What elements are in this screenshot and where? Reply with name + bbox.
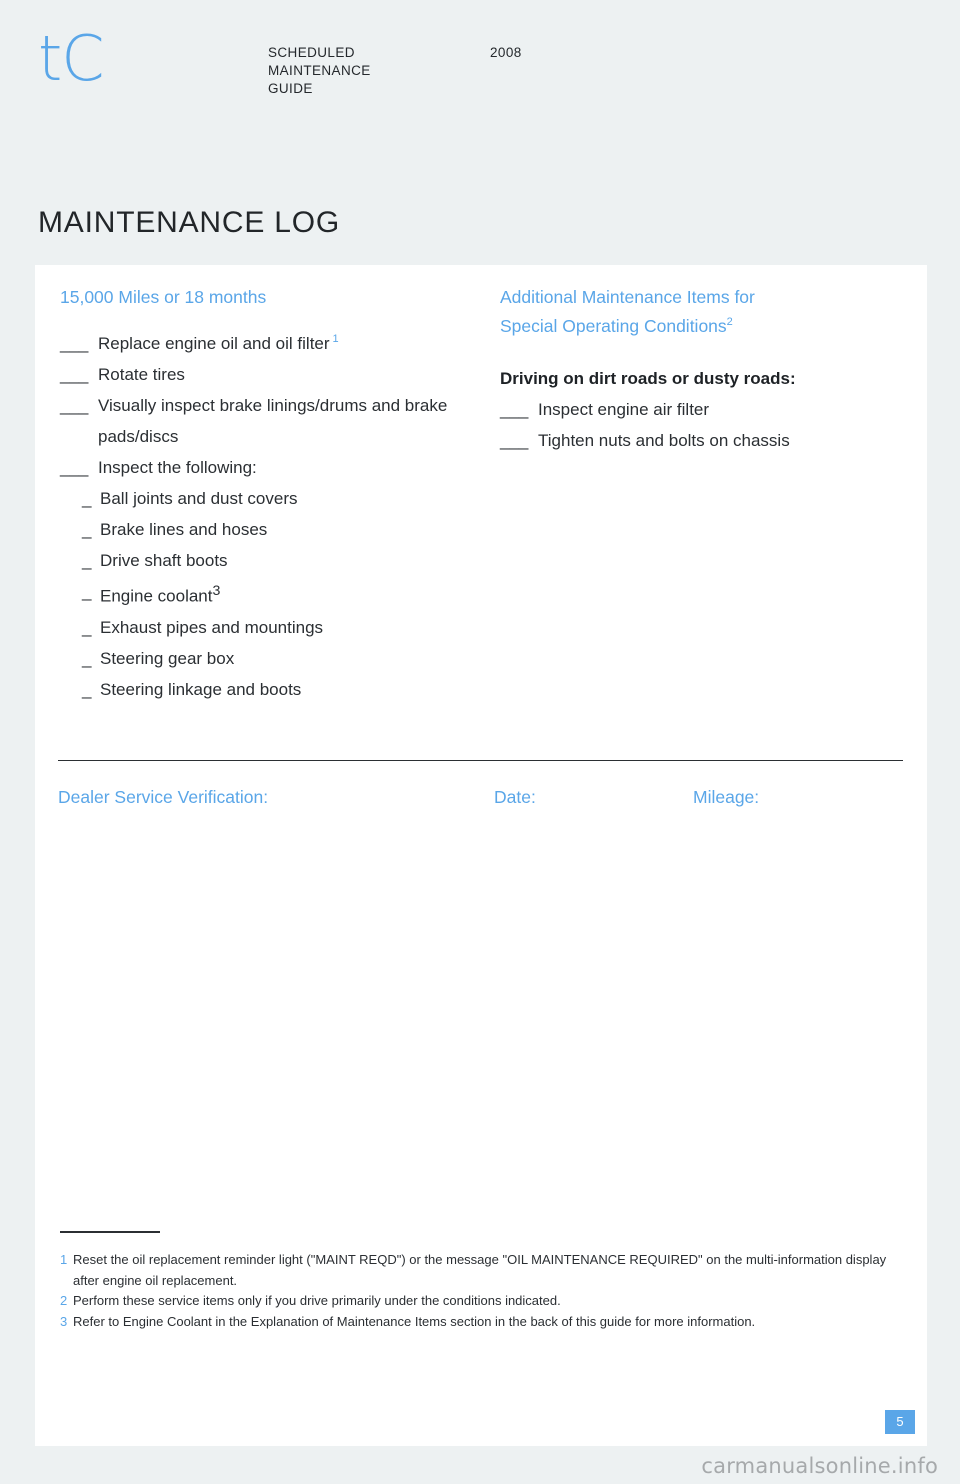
dash-marker: _ — [82, 551, 92, 570]
footnote-text: Refer to Engine Coolant in the Explanati… — [73, 1313, 756, 1329]
page-number-badge: 5 — [885, 1410, 915, 1434]
guide-year: 2008 — [490, 45, 522, 60]
sublist-item-label: Steering gear box — [100, 648, 235, 668]
footnote-item: 2 Perform these service items only if you… — [60, 1291, 905, 1312]
footnote-ref: 1 — [332, 333, 339, 346]
sublist-item: _ Engine coolant3 — [82, 576, 490, 612]
left-column-heading: 15,000 Miles or 18 months — [60, 283, 490, 312]
checkbox-blank[interactable]: ___ — [60, 390, 90, 421]
dash-marker: _ — [82, 648, 92, 668]
right-column-heading-line-2: Special Operating Conditions2 — [500, 312, 910, 341]
sublist-item: _ Ball joints and dust covers — [82, 483, 490, 514]
right-column-subheading: Driving on dirt roads or dusty roads: — [500, 369, 796, 388]
verification-row: Dealer Service Verification: Date: Milea… — [58, 787, 903, 813]
footnote-ref: 3 — [212, 583, 221, 599]
checkbox-blank[interactable]: ___ — [500, 394, 530, 425]
footnotes: 1 Reset the oil replacement reminder ligh… — [60, 1250, 905, 1332]
site-watermark: carmanualsonline.info — [701, 1454, 938, 1478]
left-checklist: ___ Replace engine oil and oil filter 1 __… — [60, 328, 490, 483]
footnote-item: 3 Refer to Engine Coolant in the Explanat… — [60, 1312, 905, 1333]
right-column-heading-line-1: Additional Maintenance Items for — [500, 287, 755, 307]
verification-divider — [58, 760, 903, 761]
checklist-item-label: Rotate tires — [98, 365, 185, 384]
checklist-item[interactable]: ___ Visually inspect brake linings/drums … — [60, 390, 490, 452]
checklist-item[interactable]: ___ Tighten nuts and bolts on chassis — [500, 425, 910, 456]
footnote-number: 2 — [60, 1293, 68, 1308]
sublist-item: _ Drive shaft boots — [82, 545, 490, 576]
footnote-ref: 2 — [726, 316, 733, 329]
sublist-item: _ Brake lines and hoses — [82, 514, 490, 545]
sublist-item-label: Steering linkage and boots — [100, 679, 302, 699]
footnote-divider — [60, 1231, 160, 1233]
dash-marker: _ — [82, 679, 92, 699]
footnote-text: Reset the oil replacement reminder light… — [73, 1252, 887, 1288]
dash-marker: _ — [82, 489, 92, 508]
checklist-item-label: Visually inspect brake linings/drums and… — [98, 396, 448, 446]
dash-marker: _ — [82, 520, 92, 539]
right-column-heading: Additional Maintenance Items for Special… — [500, 283, 910, 341]
checklist-item[interactable]: ___ Replace engine oil and oil filter 1 — [60, 328, 490, 359]
brand-logo-tc: tC — [38, 22, 105, 95]
sublist-item-label: Ball joints and dust covers — [100, 489, 298, 508]
checkbox-blank[interactable]: ___ — [60, 359, 90, 390]
footnote-text: Perform these service items only if you … — [73, 1293, 561, 1308]
sublist-item: _ Steering gear box — [82, 643, 490, 674]
sublist-item: _ Steering linkage and boots — [82, 674, 490, 705]
checklist-item-label: Inspect the following: — [98, 458, 257, 477]
guide-title: SCHEDULED MAINTENANCE GUIDE — [268, 44, 371, 98]
sublist-item-label: Exhaust pipes and mountings — [100, 617, 324, 637]
checklist-item[interactable]: ___ Inspect engine air filter — [500, 394, 910, 425]
sublist-item-label: Drive shaft boots — [100, 551, 228, 570]
checklist-item-label: Tighten nuts and bolts on chassis — [538, 431, 790, 450]
page-title: MAINTENANCE LOG — [38, 206, 341, 239]
checkbox-blank[interactable]: ___ — [60, 328, 90, 359]
checklist-item-label: Replace engine oil and oil filter — [98, 334, 330, 353]
sublist-item-label: Brake lines and hoses — [100, 520, 268, 539]
guide-title-line-3: GUIDE — [268, 81, 313, 96]
left-column-heading-text: 15,000 Miles or 18 months — [60, 287, 267, 307]
page-header: tC SCHEDULED MAINTENANCE GUIDE 2008 — [0, 0, 960, 190]
right-column-heading-line-2-text: Special Operating Conditions — [500, 316, 727, 336]
dash-marker: _ — [82, 617, 92, 637]
guide-title-line-1: SCHEDULED — [268, 45, 355, 60]
dealer-service-verification-label[interactable]: Dealer Service Verification: — [58, 787, 268, 808]
footnote-item: 1 Reset the oil replacement reminder ligh… — [60, 1250, 905, 1291]
content-sheet: 15,000 Miles or 18 months ___ Replace eng… — [35, 265, 927, 1446]
checklist-item-label: Inspect engine air filter — [538, 400, 710, 419]
dash-marker: _ — [82, 582, 92, 601]
checkbox-blank[interactable]: ___ — [500, 425, 530, 456]
checkbox-blank[interactable]: ___ — [60, 452, 90, 483]
footnote-number: 1 — [60, 1252, 68, 1267]
mileage-label[interactable]: Mileage: — [693, 787, 759, 808]
footnote-number: 3 — [60, 1313, 68, 1329]
sublist-item-label: Engine coolant — [100, 586, 213, 606]
left-sublist: _ Ball joints and dust covers _ Brake line… — [60, 483, 490, 705]
checklist-item[interactable]: ___ Inspect the following: — [60, 452, 490, 483]
sublist-item: _ Exhaust pipes and mountings — [82, 612, 490, 643]
right-column: Additional Maintenance Items for Special… — [500, 283, 910, 456]
guide-title-line-2: MAINTENANCE — [268, 63, 371, 78]
right-checklist: ___ Inspect engine air filter ___ Tighten … — [500, 394, 910, 456]
checklist-item[interactable]: ___ Rotate tires — [60, 359, 490, 390]
date-label[interactable]: Date: — [494, 787, 536, 808]
left-column: 15,000 Miles or 18 months ___ Replace eng… — [60, 283, 490, 705]
